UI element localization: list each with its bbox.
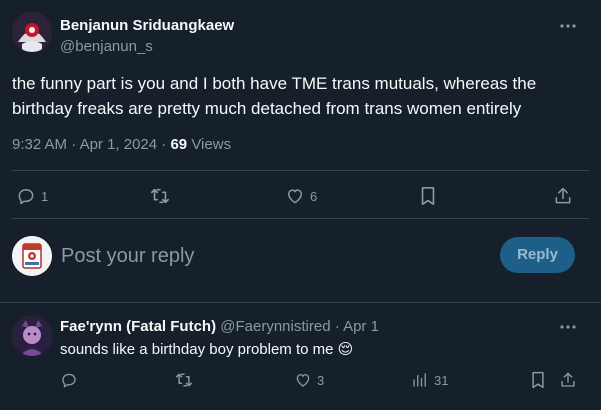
views-label: Views: [191, 136, 232, 153]
bookmark-icon: [419, 186, 437, 206]
meta-separator: ·: [71, 136, 77, 153]
reply-icon: [16, 186, 36, 206]
reply-date[interactable]: Apr 1: [343, 318, 379, 335]
divider: [12, 218, 589, 219]
reply-author-avatar[interactable]: [12, 316, 52, 356]
tweet-date[interactable]: Apr 1, 2024: [80, 136, 158, 153]
bookmark-action[interactable]: [419, 185, 437, 207]
divider: [12, 170, 589, 171]
like-count: 6: [310, 188, 318, 204]
reply-text-row: sounds like a birthday boy problem to me…: [60, 340, 353, 360]
reply-count: 1: [41, 188, 49, 204]
repost-action[interactable]: [149, 185, 171, 207]
views-count: 69: [170, 136, 188, 153]
like-action[interactable]: 6: [285, 185, 317, 207]
section-divider: [0, 302, 601, 303]
reply-like-action[interactable]: 3: [294, 370, 324, 390]
reply-author-handle[interactable]: @Faerynnistired: [220, 318, 330, 335]
relieved-face-emoji: 😌: [337, 341, 354, 358]
reply-header: Fae'rynn (Fatal Futch) @Faerynnistired ·…: [60, 318, 379, 335]
reply-views-action[interactable]: 31: [411, 370, 448, 390]
share-icon: [559, 371, 577, 389]
more-options-icon[interactable]: [558, 18, 578, 34]
reply-like-count: 3: [317, 372, 325, 388]
reply-icon: [60, 371, 78, 389]
reply-separator: ·: [334, 318, 340, 335]
reply-repost-action[interactable]: [174, 370, 194, 390]
analytics-icon: [411, 371, 429, 389]
repost-icon: [174, 371, 194, 389]
reply-button[interactable]: Reply: [500, 237, 575, 273]
repost-icon: [149, 186, 171, 206]
tweet-time[interactable]: 9:32 AM: [12, 136, 67, 153]
reply-views-count: 31: [434, 372, 449, 388]
reply-author-name[interactable]: Fae'rynn (Fatal Futch): [60, 318, 216, 335]
reply-share-action[interactable]: [559, 370, 577, 390]
share-icon: [553, 186, 573, 206]
author-handle[interactable]: @benjanun_s: [60, 38, 153, 55]
author-name[interactable]: Benjanun Sriduangkaew: [60, 17, 234, 34]
meta-separator: ·: [161, 136, 167, 153]
share-action[interactable]: [553, 185, 573, 207]
tweet-meta: 9:32 AM · Apr 1, 2024 · 69 Views: [12, 136, 231, 153]
tweet-text: the funny part is you and I both have TM…: [12, 74, 537, 118]
current-user-avatar[interactable]: [12, 236, 52, 276]
bookmark-icon: [530, 371, 546, 389]
reply-more-options-icon[interactable]: [558, 320, 578, 334]
author-avatar[interactable]: [12, 12, 52, 52]
reply-action[interactable]: 1: [16, 185, 48, 207]
heart-icon: [285, 186, 305, 206]
reply-input[interactable]: Post your reply: [61, 244, 194, 268]
reply-text: sounds like a birthday boy problem to me: [60, 341, 334, 358]
reply-reply-action[interactable]: [60, 370, 78, 390]
reply-bookmark-action[interactable]: [530, 370, 546, 390]
heart-icon: [294, 371, 312, 389]
